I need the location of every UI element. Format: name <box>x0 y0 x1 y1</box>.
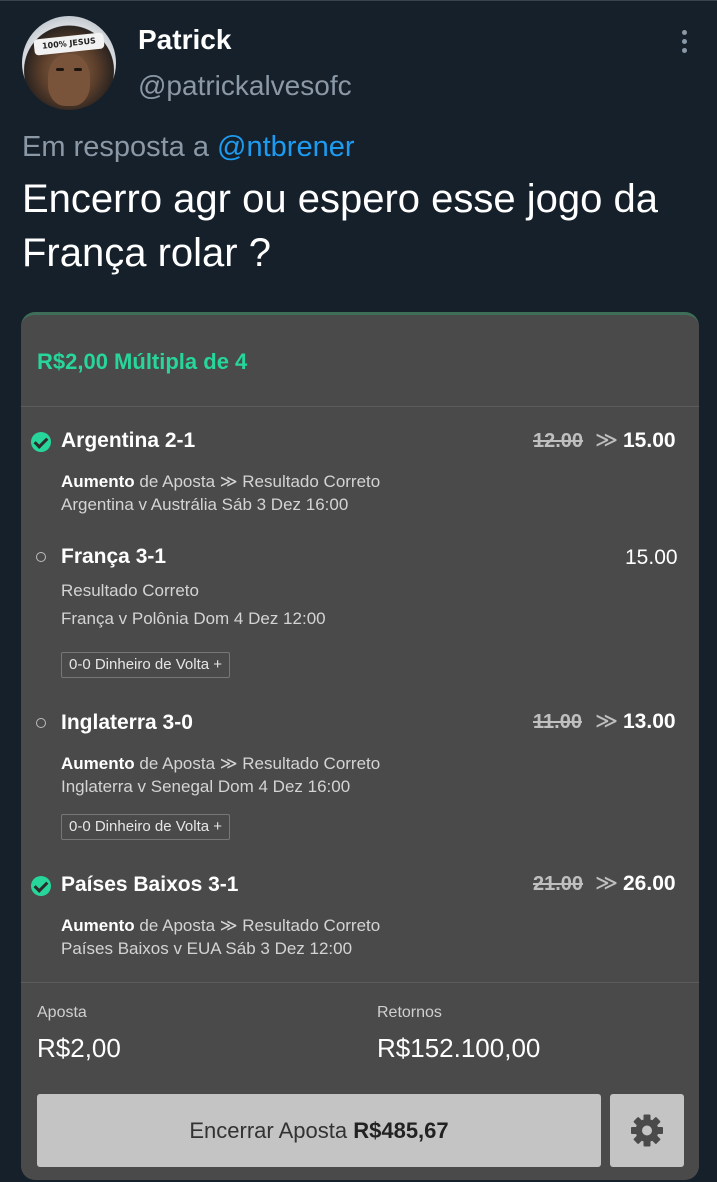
author-avatar[interactable]: 100% JESUS <box>22 16 116 110</box>
cash-out-button[interactable]: Encerrar Aposta R$485,67 <box>37 1094 601 1167</box>
author-handle[interactable]: @patrickalvesofc <box>138 70 352 102</box>
selection-event: Países Baixos v EUA Sáb 3 Dez 12:00 <box>61 939 352 959</box>
selection-odds: 13.00 <box>623 710 676 733</box>
cash-out-label: Encerrar Aposta <box>189 1118 348 1143</box>
cash-out-value: R$485,67 <box>353 1118 449 1143</box>
top-divider <box>0 0 717 4</box>
selection-name: Países Baixos 3-1 <box>61 873 239 896</box>
boost-arrow-icon: ≫ <box>595 427 619 452</box>
reply-context: Em resposta a @ntbrener <box>22 131 355 164</box>
selection-event: França v Polônia Dom 4 Dez 12:00 <box>61 609 326 629</box>
author-name[interactable]: Patrick <box>138 24 231 56</box>
cashback-badge[interactable]: 0-0 Dinheiro de Volta + <box>61 814 231 840</box>
selection-market: Aumento de Aposta ≫ Resultado Correto <box>61 754 380 774</box>
avatar-eye <box>56 68 64 71</box>
selection-odds: 15.00 <box>623 429 676 452</box>
boost-label: Aumento <box>61 472 135 491</box>
reply-prefix: Em resposta a <box>22 131 209 163</box>
selection-event: Inglaterra v Senegal Dom 4 Dez 16:00 <box>61 777 350 797</box>
boost-arrow-icon: ≫ <box>595 870 619 895</box>
avatar-headband: 100% JESUS <box>33 32 105 56</box>
old-odds: 21.00 <box>533 873 584 895</box>
returns-label: Retornos <box>377 1004 442 1021</box>
boost-arrow-icon: ≫ <box>595 708 619 733</box>
selection-odds: 26.00 <box>623 872 676 895</box>
selection-market: Resultado Correto <box>61 581 199 600</box>
cashback-badge[interactable]: 0-0 Dinheiro de Volta + <box>61 652 231 678</box>
event-name: Argentina v Austrália <box>61 495 217 514</box>
selection-event: Argentina v Austrália Sáb 3 Dez 16:00 <box>61 495 348 515</box>
event-datetime: Dom 4 Dez 12:00 <box>193 609 326 628</box>
check-circle-icon <box>31 876 51 896</box>
more-options-icon[interactable] <box>676 30 692 58</box>
check-circle-icon <box>31 432 51 452</box>
boost-label: Aumento <box>61 754 135 773</box>
bet-slip-header: R$2,00 Múltipla de 4 <box>21 315 699 407</box>
selection-market: Aumento de Aposta ≫ Resultado Correto <box>61 916 380 936</box>
event-name: Países Baixos v EUA <box>61 939 221 958</box>
selection-odds: 15.00 <box>625 546 678 569</box>
market-text: de Aposta ≫ Resultado Correto <box>139 754 381 773</box>
footer-divider <box>21 982 699 983</box>
bet-slip-title: R$2,00 Múltipla de 4 <box>37 349 248 374</box>
returns-value: R$152.100,00 <box>377 1033 541 1063</box>
selection-name: França 3-1 <box>61 545 167 568</box>
empty-circle-icon <box>36 552 46 562</box>
avatar-eye <box>74 68 82 71</box>
stake-label: Aposta <box>37 1004 87 1021</box>
gear-icon <box>631 1114 663 1147</box>
old-odds: 12.00 <box>533 430 584 452</box>
settings-button[interactable] <box>610 1094 684 1167</box>
empty-circle-icon <box>36 718 46 728</box>
event-datetime: Sáb 3 Dez 16:00 <box>221 495 349 514</box>
market-text: de Aposta ≫ Resultado Correto <box>139 472 381 491</box>
old-odds: 11.00 <box>533 711 582 733</box>
selection-name: Argentina 2-1 <box>61 429 196 452</box>
selection-name: Inglaterra 3-0 <box>61 711 193 734</box>
event-name: França v Polônia <box>61 609 189 628</box>
event-datetime: Dom 4 Dez 16:00 <box>217 777 351 796</box>
avatar-face <box>48 54 90 106</box>
stake-value: R$2,00 <box>37 1033 121 1063</box>
selection-market: Aumento de Aposta ≫ Resultado Correto <box>61 472 380 492</box>
market-text: de Aposta ≫ Resultado Correto <box>139 916 381 935</box>
event-datetime: Sáb 3 Dez 12:00 <box>225 939 353 958</box>
boost-label: Aumento <box>61 916 135 935</box>
tweet-text: Encerro agr ou espero esse jogo da Franç… <box>22 177 658 275</box>
event-name: Inglaterra v Senegal <box>61 777 214 796</box>
reply-mention-link[interactable]: @ntbrener <box>217 131 354 163</box>
bet-slip-card: R$2,00 Múltipla de 4 Argentina 2-1 12.00… <box>21 312 699 1180</box>
